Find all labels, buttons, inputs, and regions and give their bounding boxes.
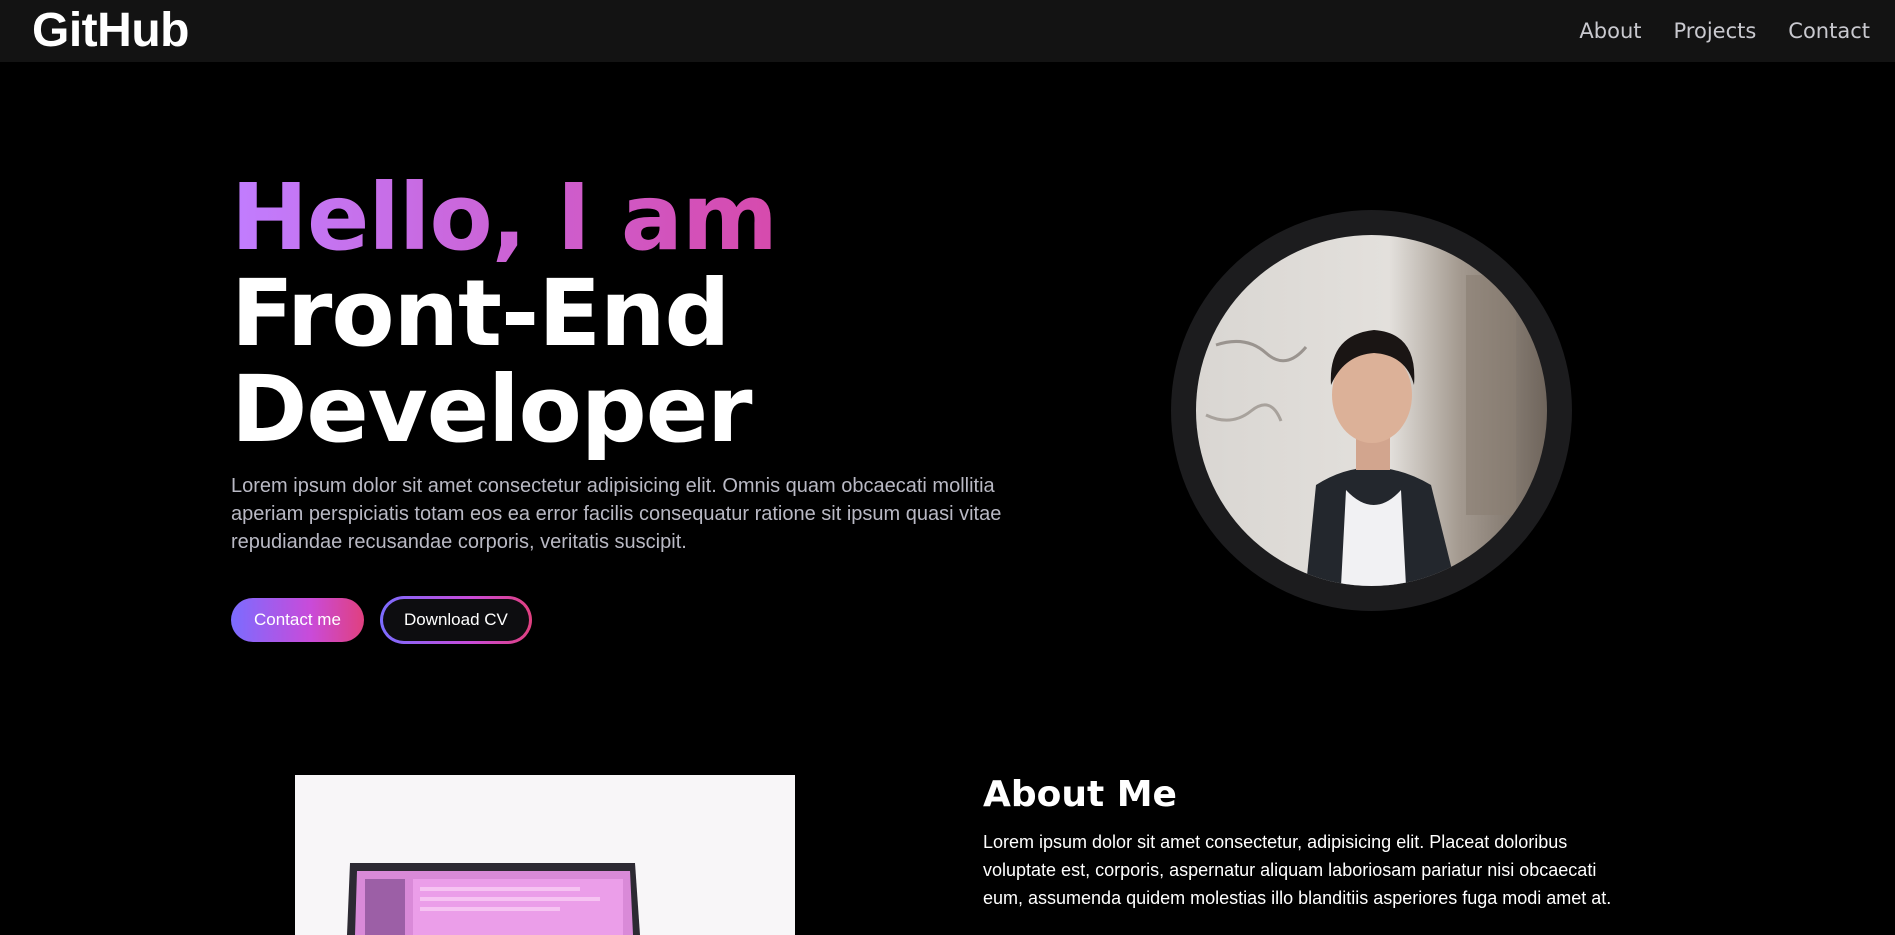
hero-description: Lorem ipsum dolor sit amet consectetur a… [231,475,1002,553]
about-section: About Me Lorem ipsum dolor sit amet cons… [983,770,1623,912]
download-cv-border: Download CV [379,596,532,644]
avatar-ring [1171,210,1572,611]
laptop-illustration [295,775,795,935]
hero-section: Hello, I am Front-End Developer Lorem ip… [231,170,1101,644]
nav-link-contact[interactable]: Contact [1788,19,1870,43]
contact-me-button[interactable]: Contact me [231,598,364,642]
hero-title-line2: Developer [231,356,753,463]
profile-photo [1196,235,1547,586]
hero-title-line1: Front-End [231,260,730,367]
profile-photo-illustration [1196,235,1547,586]
nav-links: About Projects Contact [1579,19,1870,43]
download-cv-button[interactable]: Download CV [382,599,529,641]
hero-buttons: Contact me Download CV [231,596,1101,644]
hero-heading: Hello, I am Front-End Developer [231,170,1101,458]
about-title: About Me [983,774,1177,815]
logo-link[interactable]: GitHub [32,7,189,55]
nav-link-projects[interactable]: Projects [1674,19,1757,43]
about-text: Lorem ipsum dolor sit amet consectetur, … [983,832,1612,908]
hero-greeting: Hello, I am [231,170,1101,266]
nav-link-about[interactable]: About [1579,19,1641,43]
about-laptop-image [295,775,795,935]
navbar: GitHub About Projects Contact [0,0,1895,62]
